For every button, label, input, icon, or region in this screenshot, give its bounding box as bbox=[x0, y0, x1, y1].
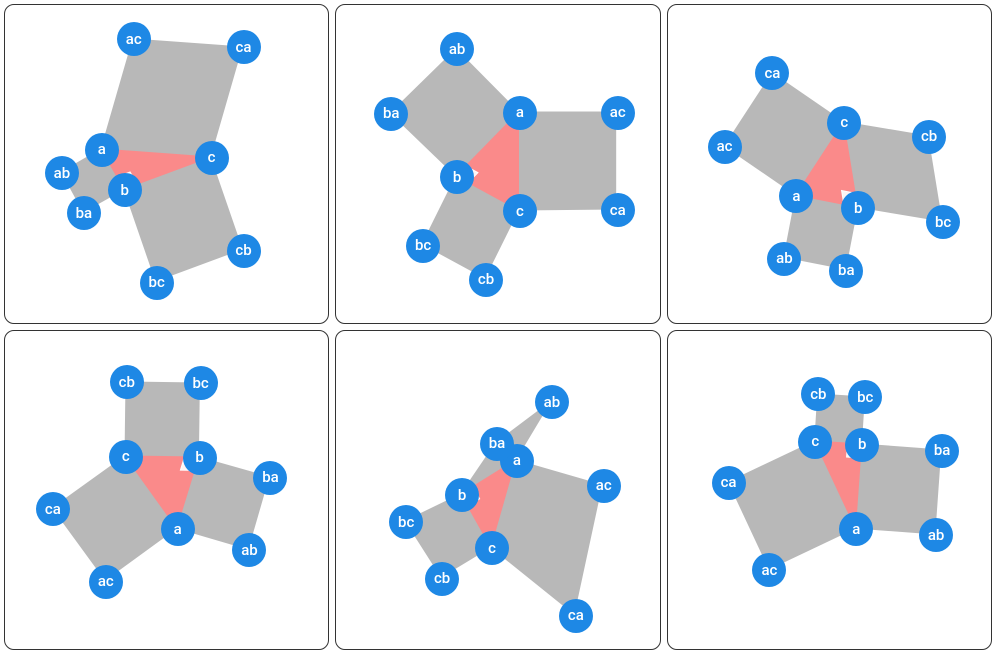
vertex-label: c bbox=[208, 150, 216, 165]
vertex-ca: ca bbox=[227, 30, 261, 64]
vertex-ab: ab bbox=[767, 242, 801, 276]
vertex-bc: bc bbox=[406, 229, 440, 263]
vertex-label: bc bbox=[192, 376, 208, 391]
vertex-label: a bbox=[852, 522, 860, 537]
vertex-label: b bbox=[858, 437, 866, 452]
panel-4: abcabbabccbacca bbox=[335, 330, 660, 650]
vertex-ca: ca bbox=[36, 492, 70, 526]
vertex-label: ca bbox=[568, 608, 584, 623]
vertex-ac: ac bbox=[117, 22, 151, 56]
vertex-label: b bbox=[854, 201, 862, 216]
vertex-label: ac bbox=[717, 139, 733, 154]
vertex-ac: ac bbox=[89, 565, 123, 599]
vertex-label: a bbox=[792, 189, 800, 204]
vertex-label: b bbox=[195, 450, 203, 465]
vertex-label: c bbox=[488, 541, 496, 556]
vertex-label: ac bbox=[761, 563, 777, 578]
vertex-label: ac bbox=[596, 478, 612, 493]
vertex-ca: ca bbox=[601, 193, 635, 227]
vertex-label: bc bbox=[415, 238, 431, 253]
vertex-cb: cb bbox=[110, 365, 144, 399]
vertex-label: a bbox=[516, 105, 524, 120]
vertex-label: ab bbox=[54, 166, 71, 181]
vertex-label: ac bbox=[126, 32, 142, 47]
vertex-label: b bbox=[458, 488, 466, 503]
vertex-label: a bbox=[174, 522, 182, 537]
vertex-c: c bbox=[109, 440, 143, 474]
panel-1: abcabbabccbacca bbox=[335, 4, 660, 324]
vertex-label: ab bbox=[449, 42, 466, 57]
panel-3: abcabbacbbccaac bbox=[4, 330, 329, 650]
vertex-label: ba bbox=[383, 106, 400, 121]
vertex-label: bc bbox=[149, 275, 165, 290]
vertex-label: ba bbox=[489, 436, 506, 451]
vertex-label: ca bbox=[610, 203, 626, 218]
vertex-label: ca bbox=[45, 502, 61, 517]
vertex-b: b bbox=[440, 160, 474, 194]
vertex-label: bc bbox=[398, 515, 414, 530]
vertex-label: ab bbox=[241, 543, 258, 558]
vertex-b: b bbox=[183, 441, 217, 475]
vertex-label: cb bbox=[478, 272, 494, 287]
vertex-label: ba bbox=[262, 470, 279, 485]
vertex-a: a bbox=[503, 96, 537, 130]
vertex-bc: bc bbox=[140, 266, 174, 300]
vertex-cb: cb bbox=[912, 120, 946, 154]
vertex-label: bc bbox=[935, 215, 951, 230]
vertex-c: c bbox=[195, 141, 229, 175]
vertex-c: c bbox=[503, 194, 537, 228]
vertex-ba: ba bbox=[925, 434, 959, 468]
vertex-label: b bbox=[453, 170, 461, 185]
panel-5: abcabbacbbccaac bbox=[667, 330, 992, 650]
vertex-ac: ac bbox=[587, 469, 621, 503]
vertex-ba: ba bbox=[67, 196, 101, 230]
vertex-b: b bbox=[445, 478, 479, 512]
vertex-label: c bbox=[516, 204, 524, 219]
vertex-ba: ba bbox=[829, 254, 863, 288]
vertex-cb: cb bbox=[227, 234, 261, 268]
vertex-cb: cb bbox=[425, 562, 459, 596]
vertex-label: c bbox=[811, 434, 819, 449]
diagram-grid: abcabbaaccabccbabcabbabccbaccaabcabbaacc… bbox=[0, 0, 996, 654]
vertex-c: c bbox=[798, 425, 832, 459]
vertex-a: a bbox=[161, 512, 195, 546]
vertex-label: ab bbox=[776, 251, 793, 266]
vertex-label: ac bbox=[610, 105, 626, 120]
vertex-ca: ca bbox=[712, 466, 746, 500]
vertex-label: cb bbox=[119, 375, 135, 390]
vertex-label: a bbox=[513, 453, 521, 468]
panel-2: abcabbaaccacbbc bbox=[667, 4, 992, 324]
panel-0: abcabbaaccabccb bbox=[4, 4, 329, 324]
vertex-label: c bbox=[840, 115, 848, 130]
vertex-label: cb bbox=[434, 571, 450, 586]
vertex-label: c bbox=[122, 449, 130, 464]
vertex-label: ba bbox=[838, 263, 855, 278]
vertex-label: ab bbox=[544, 395, 561, 410]
vertex-ab: ab bbox=[45, 156, 79, 190]
vertex-ba: ba bbox=[480, 427, 514, 461]
vertex-label: cb bbox=[235, 243, 251, 258]
vertex-label: a bbox=[98, 142, 106, 157]
vertex-label: ac bbox=[98, 574, 114, 589]
vertex-label: cb bbox=[921, 129, 937, 144]
vertex-b: b bbox=[108, 173, 142, 207]
vertex-label: ba bbox=[76, 206, 93, 221]
vertex-c: c bbox=[827, 106, 861, 140]
vertex-label: ca bbox=[764, 66, 780, 81]
vertex-ac: ac bbox=[601, 96, 635, 130]
vertex-label: ab bbox=[928, 528, 945, 543]
vertex-label: ca bbox=[236, 40, 252, 55]
vertex-bc: bc bbox=[184, 366, 218, 400]
vertex-label: cb bbox=[810, 387, 826, 402]
vertex-b: b bbox=[845, 428, 879, 462]
vertex-label: ca bbox=[721, 475, 737, 490]
vertex-ba: ba bbox=[374, 97, 408, 131]
vertex-a: a bbox=[85, 133, 119, 167]
vertex-label: ba bbox=[934, 443, 951, 458]
vertex-label: bc bbox=[857, 390, 873, 405]
vertex-cb: cb bbox=[469, 263, 503, 297]
vertex-label: b bbox=[121, 183, 129, 198]
vertex-ca: ca bbox=[559, 599, 593, 633]
vertex-ac: ac bbox=[708, 130, 742, 164]
